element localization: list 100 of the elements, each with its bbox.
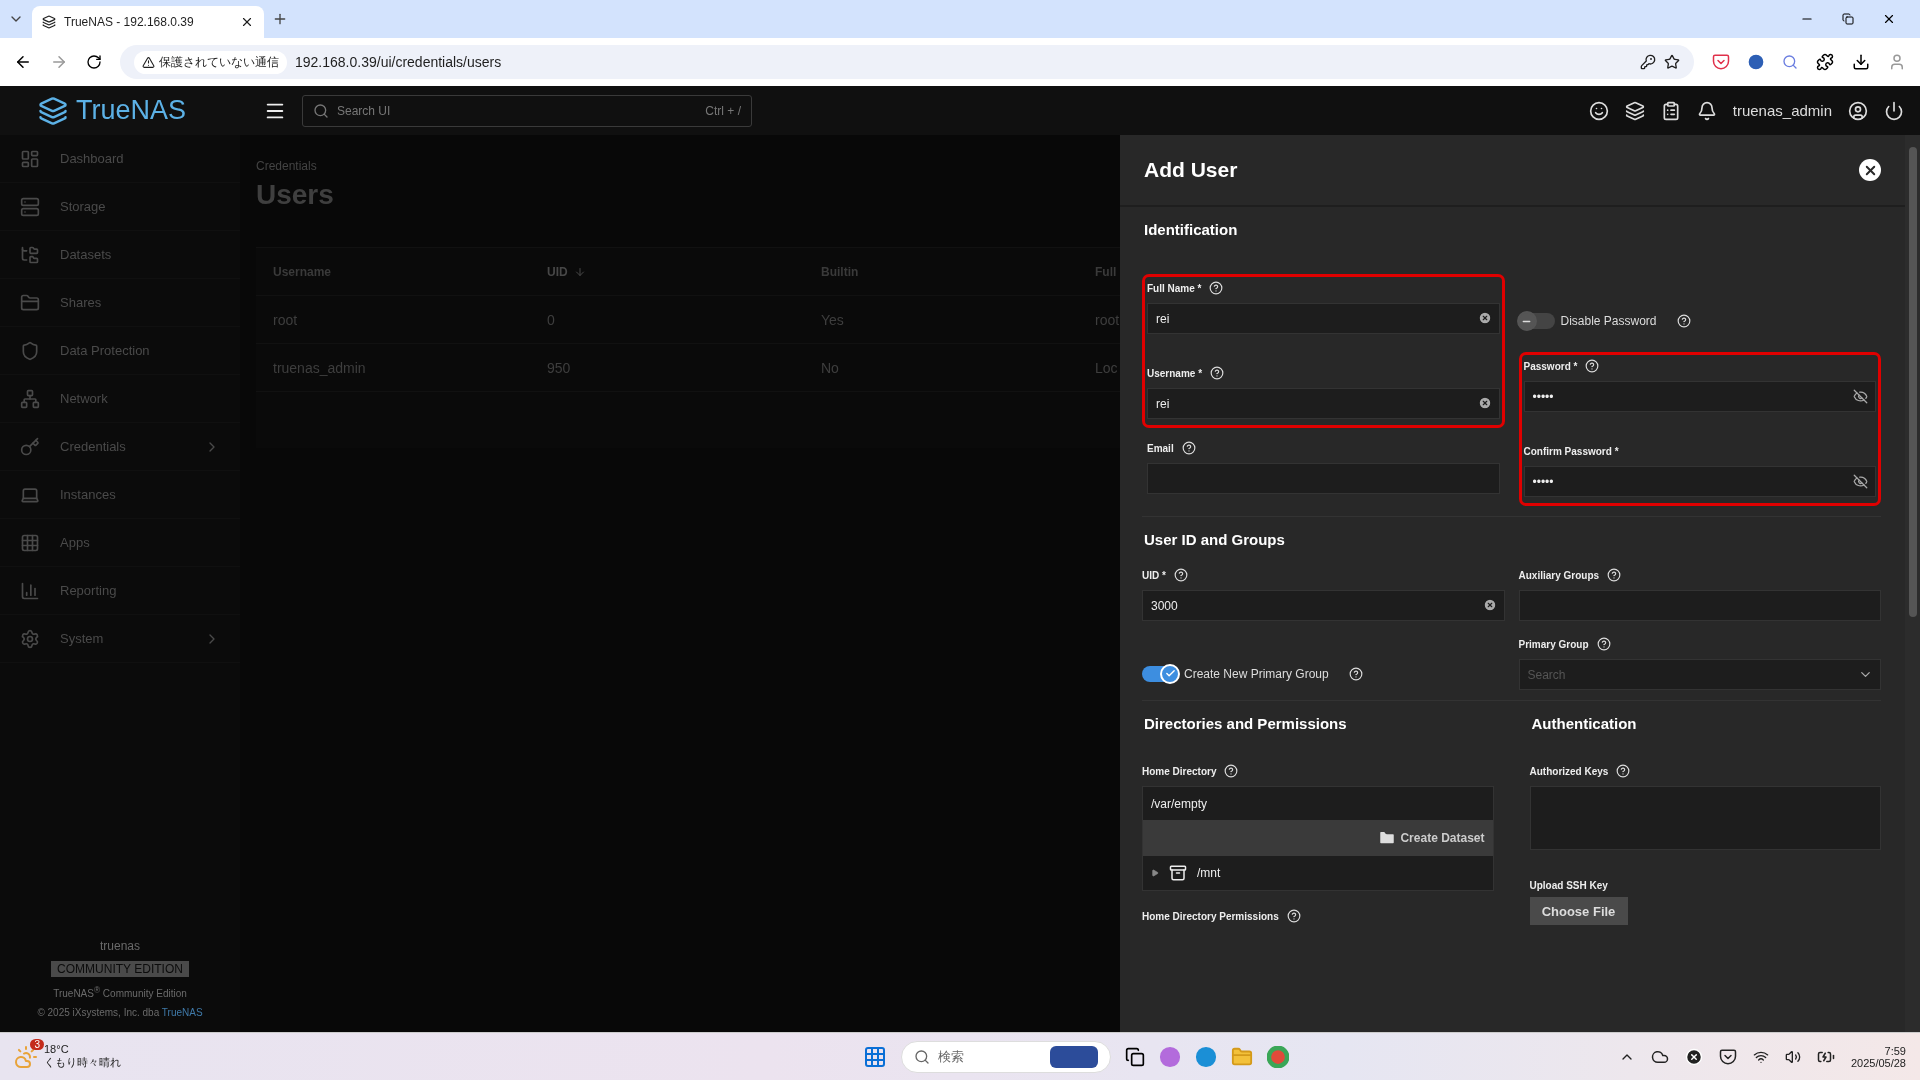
download-icon[interactable] bbox=[1852, 53, 1870, 71]
directory-path[interactable]: /var/empty bbox=[1143, 787, 1493, 820]
tree-node[interactable]: /mnt bbox=[1143, 856, 1493, 890]
close-circle-icon[interactable] bbox=[1684, 1047, 1703, 1066]
power-icon[interactable] bbox=[1884, 100, 1904, 121]
help-icon[interactable] bbox=[1224, 764, 1239, 778]
input-field[interactable]: 3000 bbox=[1142, 590, 1505, 621]
sidebar-item[interactable]: Credentials bbox=[0, 423, 240, 471]
pocket-icon[interactable] bbox=[1712, 53, 1730, 71]
sidebar-item[interactable]: Storage bbox=[0, 183, 240, 231]
security-chip[interactable]: 保護されていない通信 bbox=[134, 50, 287, 74]
key-icon[interactable] bbox=[1640, 54, 1656, 70]
bell-icon[interactable] bbox=[1696, 100, 1717, 121]
truenas-link[interactable]: TrueNAS bbox=[161, 1007, 203, 1018]
browser-tab[interactable]: TrueNAS - 192.168.0.39 bbox=[32, 6, 264, 38]
field-label: Confirm Password * bbox=[1523, 445, 1619, 457]
help-icon[interactable] bbox=[1173, 568, 1188, 582]
clear-icon[interactable] bbox=[1477, 396, 1492, 410]
sidebar-item[interactable]: Apps bbox=[0, 519, 240, 567]
sidebar-item[interactable]: Datasets bbox=[0, 231, 240, 279]
nav-icon bbox=[20, 244, 40, 265]
folder-plus-icon bbox=[1378, 829, 1397, 847]
select-field[interactable]: Search bbox=[1518, 659, 1881, 690]
address-bar[interactable]: 保護されていない通信 192.168.0.39/ui/credentials/users bbox=[120, 45, 1694, 79]
help-icon[interactable] bbox=[1585, 359, 1600, 373]
eye-off-icon[interactable] bbox=[1853, 389, 1868, 404]
scrollbar[interactable] bbox=[1905, 135, 1920, 1032]
temperature: 18°C bbox=[44, 1043, 70, 1055]
help-icon[interactable] bbox=[1348, 666, 1363, 681]
eye-off-icon[interactable] bbox=[1853, 474, 1868, 489]
help-icon[interactable] bbox=[1607, 568, 1622, 582]
clock-date[interactable]: 2025/05/28 bbox=[1850, 1056, 1906, 1069]
sidebar-item[interactable]: Shares bbox=[0, 279, 240, 327]
toggle-switch[interactable] bbox=[1518, 313, 1555, 329]
sidebar-item[interactable]: Instances bbox=[0, 471, 240, 519]
sidebar-item[interactable]: Network bbox=[0, 375, 240, 423]
nav-icon bbox=[20, 532, 40, 553]
help-icon[interactable] bbox=[1676, 314, 1691, 328]
input-field[interactable]: rei bbox=[1147, 303, 1500, 334]
reload-icon[interactable] bbox=[86, 54, 102, 70]
help-icon[interactable] bbox=[1181, 441, 1196, 455]
help-icon[interactable] bbox=[1210, 366, 1225, 380]
clock-time[interactable]: 7:59 bbox=[1884, 1044, 1906, 1057]
toggle-label: Create New Primary Group bbox=[1184, 666, 1329, 681]
extensions-icon[interactable] bbox=[1816, 53, 1834, 71]
drive-icon bbox=[1169, 864, 1187, 882]
task-view-icon[interactable] bbox=[1125, 1046, 1146, 1067]
nav-icon bbox=[20, 148, 40, 169]
bookmark-star-icon[interactable] bbox=[1664, 54, 1680, 70]
username-label[interactable]: truenas_admin bbox=[1732, 102, 1832, 119]
new-tab-icon[interactable] bbox=[272, 11, 288, 27]
input-field[interactable]: rei bbox=[1147, 388, 1500, 419]
nav-icon bbox=[20, 628, 40, 649]
taskbar-search[interactable]: 検索 bbox=[901, 1040, 1112, 1073]
start-icon[interactable] bbox=[863, 1044, 888, 1069]
help-icon[interactable] bbox=[1596, 637, 1611, 651]
clear-icon[interactable] bbox=[1482, 598, 1497, 612]
extension-search-icon[interactable] bbox=[1782, 54, 1798, 70]
section-heading: Directories and Permissions bbox=[1144, 715, 1348, 732]
password-field[interactable]: ••••• bbox=[1523, 466, 1876, 497]
hostname: truenas bbox=[100, 938, 140, 953]
back-icon[interactable] bbox=[14, 53, 32, 71]
search-field[interactable]: Search UI Ctrl + / bbox=[302, 94, 752, 127]
nav-icon bbox=[20, 340, 40, 361]
nav-icon bbox=[20, 580, 40, 601]
restore-icon[interactable] bbox=[1842, 13, 1854, 25]
forward-icon[interactable] bbox=[50, 53, 68, 71]
close-button[interactable] bbox=[1859, 159, 1881, 181]
field-label: Primary Group bbox=[1518, 638, 1589, 650]
help-icon[interactable] bbox=[1616, 764, 1631, 778]
app-tray-icon[interactable] bbox=[1718, 1047, 1737, 1066]
choose-file-button[interactable]: Choose File bbox=[1529, 897, 1628, 925]
copyright-text: © 2025 iXsystems, Inc. dba TrueNAS bbox=[37, 1007, 203, 1018]
sidebar-item[interactable]: Reporting bbox=[0, 567, 240, 615]
volume-icon[interactable] bbox=[1784, 1048, 1801, 1065]
field-label: Email bbox=[1147, 442, 1174, 454]
warning-icon bbox=[142, 55, 155, 69]
field-label: Username * bbox=[1147, 367, 1203, 379]
help-icon[interactable] bbox=[1209, 281, 1224, 295]
profile-icon[interactable] bbox=[1888, 53, 1906, 71]
field-label: Home Directory Permissions bbox=[1142, 910, 1279, 922]
extension-icon[interactable] bbox=[1748, 54, 1764, 70]
site-icon bbox=[42, 15, 56, 29]
field-label: UID * bbox=[1142, 569, 1166, 581]
close-icon[interactable] bbox=[1882, 12, 1896, 26]
close-tab-icon[interactable] bbox=[240, 15, 254, 29]
smiley-icon[interactable] bbox=[1588, 100, 1609, 121]
sort-arrow-icon bbox=[573, 265, 586, 278]
help-icon[interactable] bbox=[1286, 909, 1301, 923]
layers-icon[interactable] bbox=[1624, 100, 1645, 121]
sidebar-item[interactable]: System bbox=[0, 615, 240, 663]
logo-text: TrueNAS bbox=[76, 95, 187, 126]
toggle-switch[interactable] bbox=[1142, 665, 1178, 682]
create-dataset-button[interactable]: Create Dataset bbox=[1378, 829, 1485, 847]
sidebar-item[interactable]: Data Protection bbox=[0, 327, 240, 375]
clear-icon[interactable] bbox=[1477, 311, 1492, 325]
nav-icon bbox=[20, 196, 40, 217]
password-field[interactable]: ••••• bbox=[1523, 381, 1876, 412]
sidebar-item[interactable]: Dashboard bbox=[0, 135, 240, 183]
account-icon[interactable] bbox=[1848, 100, 1868, 121]
